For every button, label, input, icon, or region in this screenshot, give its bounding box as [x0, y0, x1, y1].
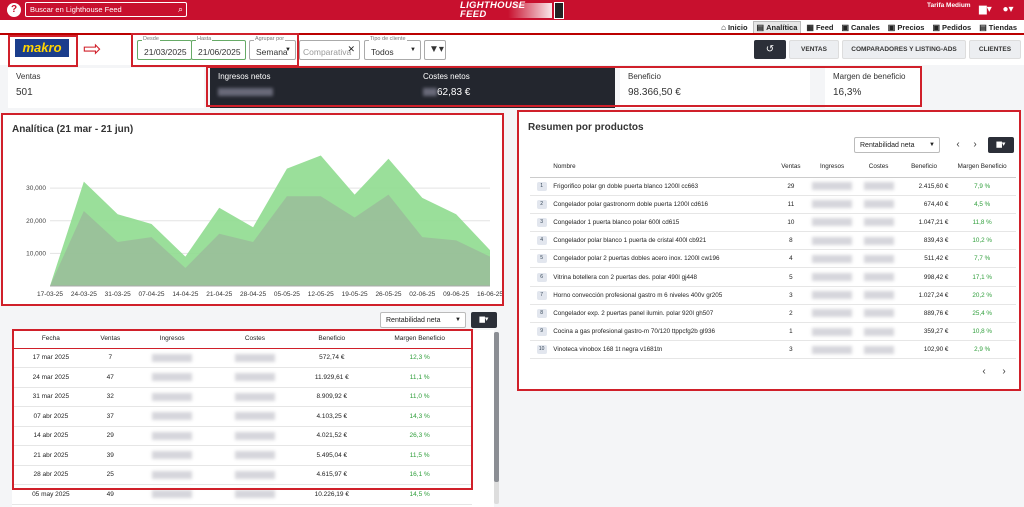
left-sort-select[interactable]: Rentabilidad neta ▼ — [380, 312, 466, 328]
highlight-box — [1, 113, 504, 306]
client-type-value: Todos — [371, 47, 394, 57]
search-input[interactable]: Buscar en Lighthouse Feed ⌕ — [25, 2, 187, 17]
app-logo[interactable]: LIGHTHOUSE FEED — [458, 1, 566, 20]
tab-comparadores[interactable]: COMPARADORES Y LISTING-ADS — [842, 40, 966, 59]
kpi-value: 501 — [16, 87, 33, 98]
search-icon[interactable]: ⌕ — [178, 4, 183, 15]
nav-label: Precios — [897, 23, 925, 32]
highlight-box — [12, 329, 473, 490]
kpi-label: Ventas — [16, 72, 41, 81]
kpi-ventas: Ventas 501 — [8, 68, 204, 108]
left-sort-value: Rentabilidad neta — [386, 317, 441, 324]
user-plan: Tarifa Medium — [927, 2, 971, 9]
nav-label: Canales — [851, 23, 880, 32]
main-nav: ⌂ Inicio ▤ Analítica ▦ Feed ▣ Canales ▣ Precios ▣ P… — [0, 20, 1024, 34]
client-type-select[interactable]: Tipo de cliente Todos ▼ — [364, 36, 421, 60]
arrow-right-icon: ⇨ — [83, 36, 102, 61]
tab-clientes[interactable]: CLIENTES — [969, 40, 1021, 59]
lighthouse-beam-icon — [508, 3, 552, 18]
group-by-value: Semana — [256, 47, 288, 57]
nav-label: Pedidos — [942, 23, 972, 32]
nav-label: Feed — [815, 23, 834, 32]
channels-icon: ▣ — [841, 23, 850, 32]
reset-button[interactable]: ↺ — [754, 40, 786, 59]
top-bar: ? Buscar en Lighthouse Feed ⌕ LIGHTHOUSE… — [0, 0, 1024, 20]
date-from-value: 21/03/2025 — [144, 47, 187, 57]
download-icon: ▆▾ — [479, 316, 489, 323]
group-by-select[interactable]: Agrupar por Semana ▼ — [249, 36, 296, 60]
date-from-label: Desde — [142, 36, 160, 42]
chevron-down-icon: ▼ — [455, 317, 461, 323]
brand-logo: makro — [15, 39, 69, 57]
scrollbar-thumb[interactable] — [494, 332, 499, 482]
filter-button[interactable]: ▼▾ — [424, 40, 446, 60]
refresh-icon: ↺ — [765, 44, 775, 55]
scrollbar[interactable] — [494, 332, 499, 504]
logo-text: LIGHTHOUSE FEED — [460, 0, 526, 20]
nav-label: Analítica — [766, 23, 798, 32]
nav-label: Tiendas — [988, 23, 1017, 32]
search-placeholder: Buscar en Lighthouse Feed — [30, 5, 122, 14]
clear-icon[interactable]: ✕ — [347, 44, 355, 55]
help-icon[interactable]: ? — [7, 3, 21, 17]
chart-icon: ▤ — [756, 23, 765, 32]
comparativa-field[interactable]: Comparativa ✕ — [299, 40, 360, 60]
client-type-label: Tipo de cliente — [369, 36, 407, 42]
prices-icon: ▣ — [887, 23, 896, 32]
store-switch-icon[interactable]: ▆▾ — [979, 4, 992, 15]
nav-label: Inicio — [727, 23, 748, 32]
highlight-box — [517, 110, 1021, 391]
comparativa-placeholder: Comparativa — [303, 47, 352, 57]
chevron-down-icon: ▼ — [285, 47, 291, 53]
orders-icon: ▣ — [932, 23, 941, 32]
filter-icon: ▼▾ — [429, 44, 444, 55]
top-icons: ▆▾ ●▾ — [979, 4, 1014, 15]
date-to-field[interactable]: Hasta 21/06/2025 — [191, 36, 246, 60]
user-icon[interactable]: ●▾ — [1003, 4, 1014, 15]
highlight-box — [206, 66, 922, 107]
left-download-button[interactable]: ▆▾ — [471, 312, 497, 328]
stores-icon: ▤ — [979, 23, 987, 32]
group-by-label: Agrupar por — [254, 36, 286, 42]
home-icon: ⌂ — [721, 23, 726, 32]
date-from-field[interactable]: Desde 21/03/2025 — [137, 36, 192, 60]
lighthouse-icon — [554, 2, 564, 19]
date-to-label: Hasta — [196, 36, 213, 42]
date-to-value: 21/06/2025 — [198, 47, 241, 57]
feed-icon: ▦ — [806, 23, 814, 32]
chevron-down-icon: ▼ — [410, 47, 416, 53]
tab-ventas[interactable]: VENTAS — [789, 40, 839, 59]
